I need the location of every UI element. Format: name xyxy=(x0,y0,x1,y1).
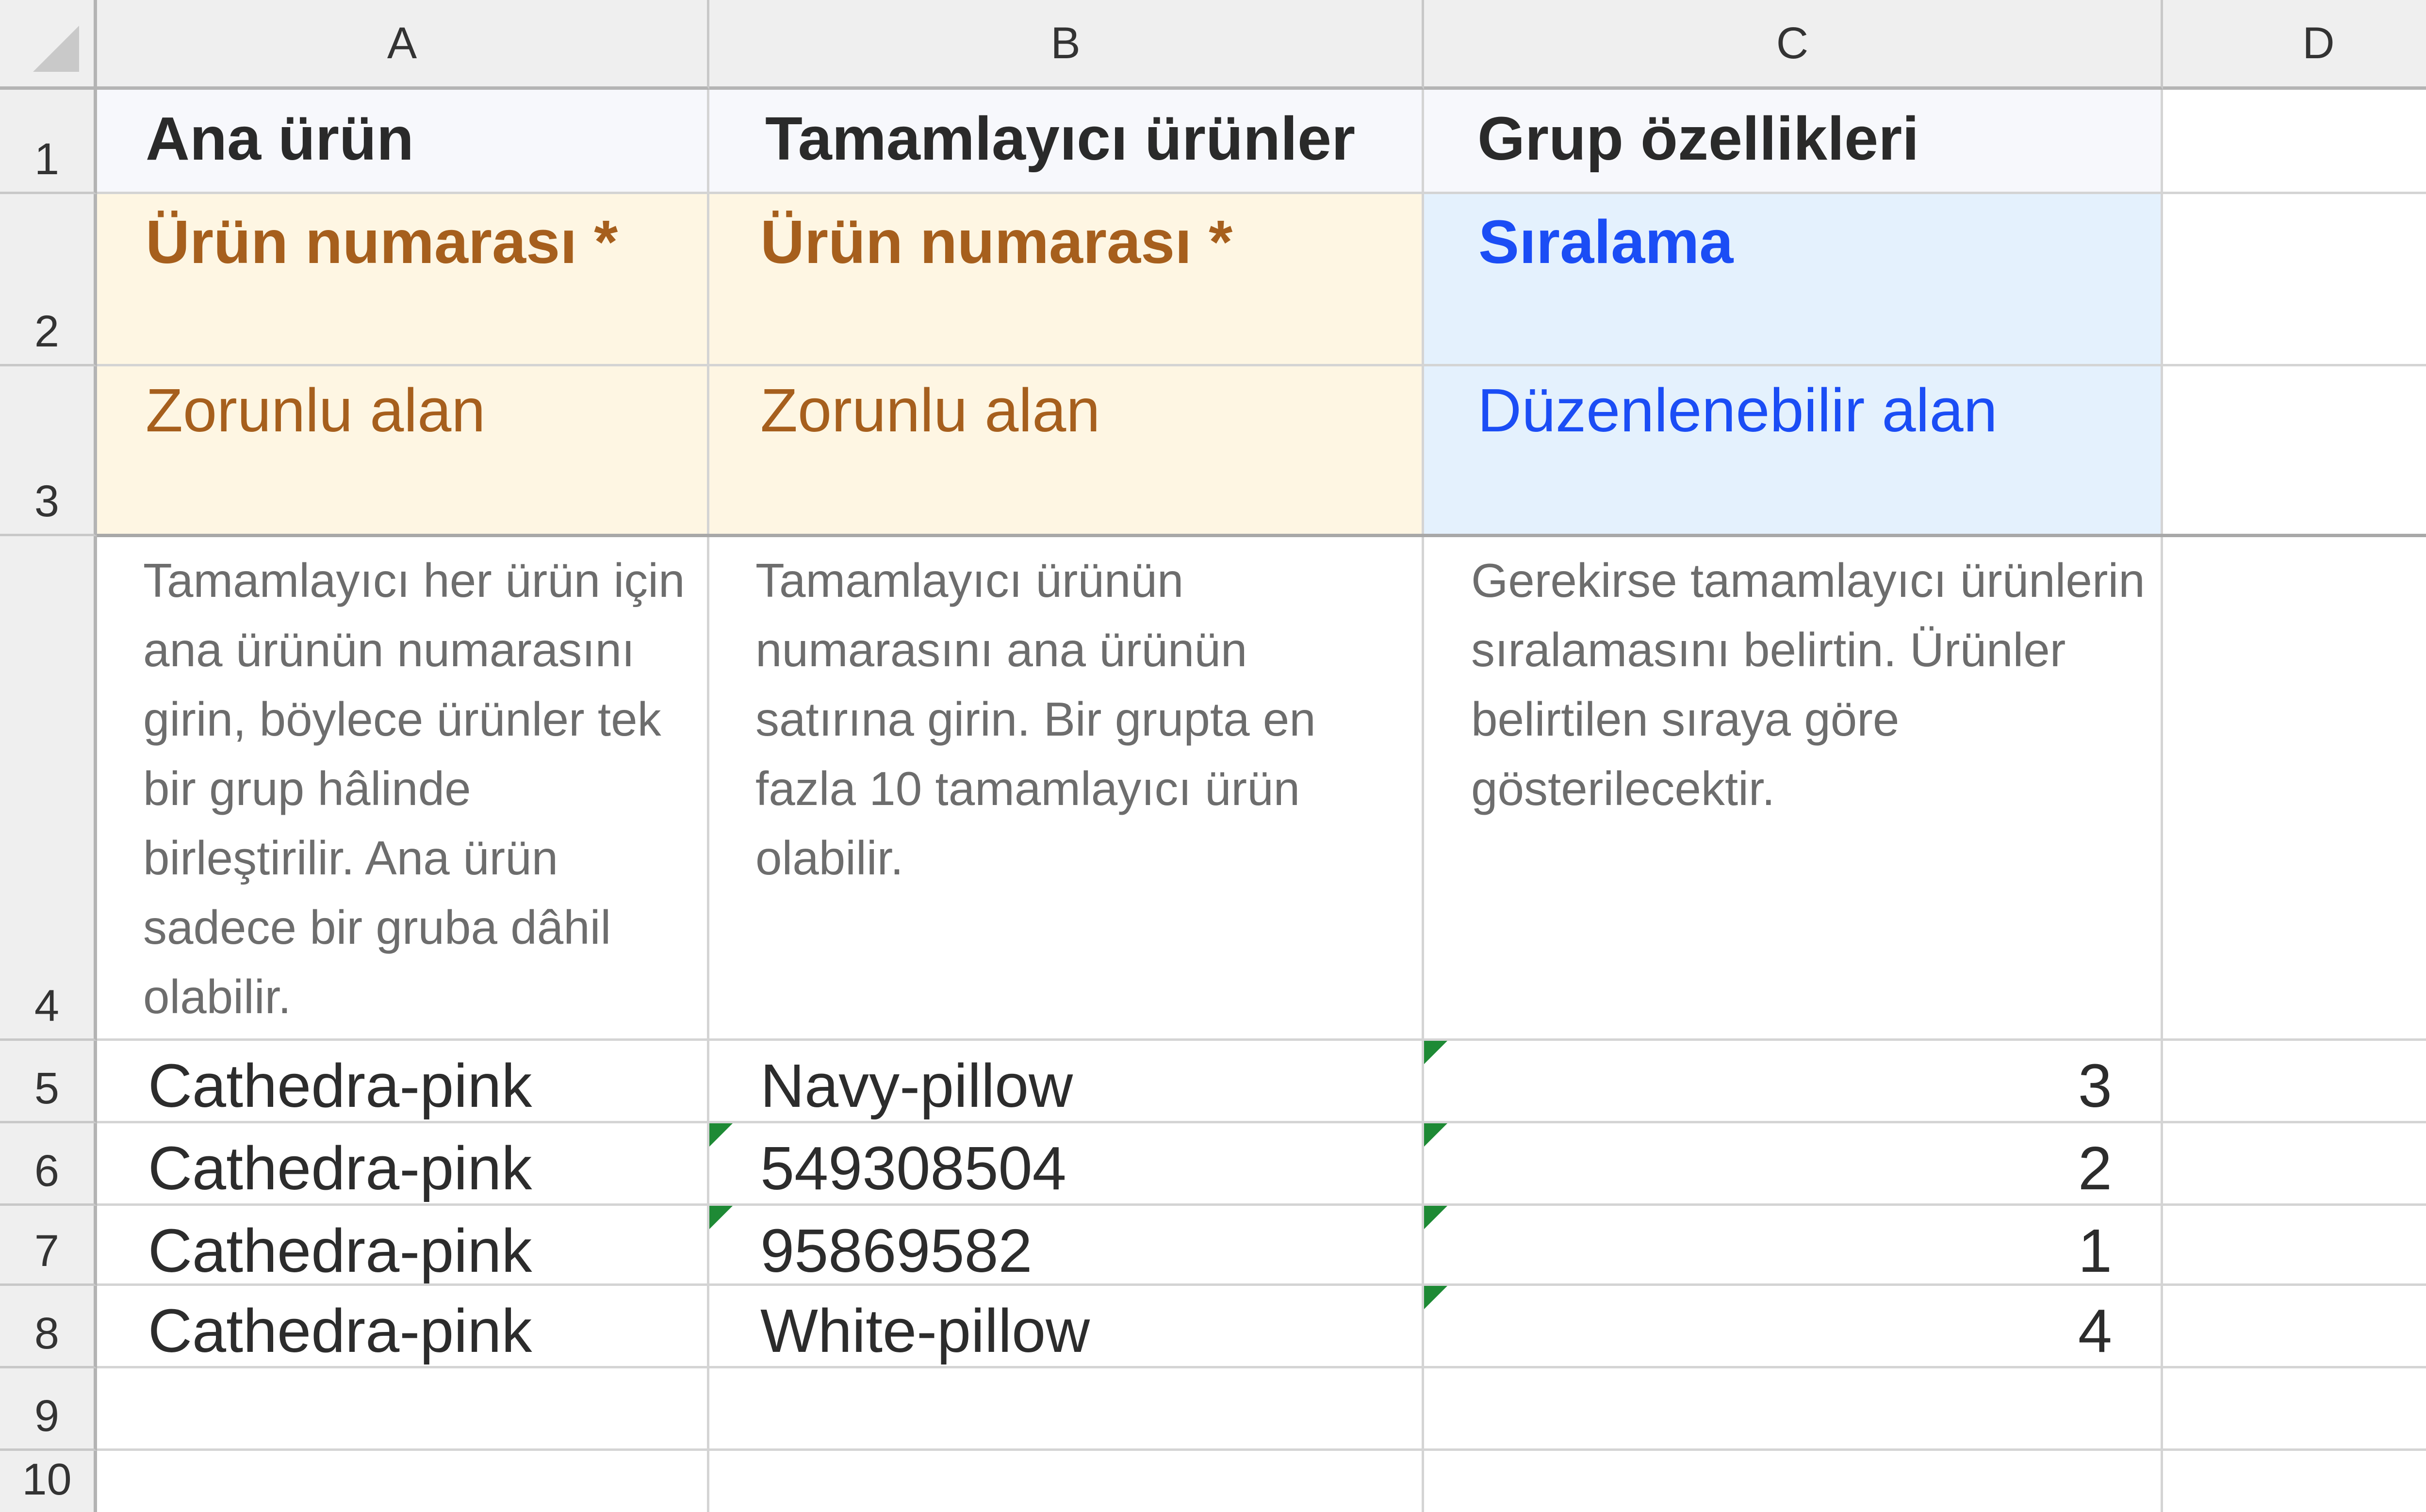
cell-c9[interactable] xyxy=(1424,1368,2163,1451)
select-all-triangle-icon xyxy=(33,26,79,72)
cell-d9[interactable] xyxy=(2163,1368,2426,1451)
error-indicator-icon xyxy=(709,1206,733,1229)
cell-d10[interactable] xyxy=(2163,1451,2426,1512)
row-header-9[interactable]: 9 xyxy=(0,1368,97,1451)
cell-a5-main-product[interactable]: Cathedra-pink xyxy=(97,1041,709,1123)
spreadsheet-grid: A B C D 1 2 3 4 5 6 7 8 9 10 Ana ürün Ta… xyxy=(0,0,2426,1512)
row-header-1[interactable]: 1 xyxy=(0,90,97,194)
row-header-3[interactable]: 3 xyxy=(0,366,97,536)
row-header-10[interactable]: 10 xyxy=(0,1451,97,1512)
cell-c5-sort-order[interactable]: 3 xyxy=(1424,1041,2163,1123)
column-header-b[interactable]: B xyxy=(709,0,1424,90)
cell-a4-description[interactable]: Tamamlayıcı her ürün için ana ürünün num… xyxy=(97,537,709,1041)
select-all-corner[interactable] xyxy=(0,0,97,90)
row-header-7[interactable]: 7 xyxy=(0,1206,97,1286)
cell-value: 549308504 xyxy=(760,1134,1066,1202)
error-indicator-icon xyxy=(709,1123,733,1147)
cell-d1[interactable] xyxy=(2163,90,2426,194)
cell-c2-sorting-field[interactable]: Sıralama xyxy=(1424,194,2163,366)
column-header-d[interactable]: D xyxy=(2163,0,2426,90)
cell-c7-sort-order[interactable]: 1 xyxy=(1424,1206,2163,1286)
cell-c8-sort-order[interactable]: 4 xyxy=(1424,1286,2163,1368)
cell-a9[interactable] xyxy=(97,1368,709,1451)
cell-b9[interactable] xyxy=(709,1368,1424,1451)
row-header-8[interactable]: 8 xyxy=(0,1286,97,1368)
cell-b3-required-label[interactable]: Zorunlu alan xyxy=(709,366,1424,536)
cell-d6[interactable] xyxy=(2163,1123,2426,1206)
cell-b8-complementary-product[interactable]: White-pillow xyxy=(709,1286,1424,1368)
cell-d5[interactable] xyxy=(2163,1041,2426,1123)
cell-b7-complementary-product[interactable]: 95869582 xyxy=(709,1206,1424,1286)
cell-a3-required-label[interactable]: Zorunlu alan xyxy=(97,366,709,536)
cell-value: 2 xyxy=(2078,1134,2112,1202)
column-header-c[interactable]: C xyxy=(1424,0,2163,90)
error-indicator-icon xyxy=(1424,1206,1447,1229)
cell-c10[interactable] xyxy=(1424,1451,2163,1512)
column-header-a[interactable]: A xyxy=(97,0,709,90)
cell-d3[interactable] xyxy=(2163,366,2426,536)
cell-d4[interactable] xyxy=(2163,537,2426,1041)
cell-value: 95869582 xyxy=(760,1216,1033,1285)
cell-c4-description[interactable]: Gerekirse tamamlayıcı ürünlerin sıralama… xyxy=(1424,537,2163,1041)
row-header-4[interactable]: 4 xyxy=(0,536,97,1041)
cell-a2-product-number-field[interactable]: Ürün numarası * xyxy=(97,194,709,366)
cell-d7[interactable] xyxy=(2163,1206,2426,1286)
cell-b2-product-number-field[interactable]: Ürün numarası * xyxy=(709,194,1424,366)
cell-value: 3 xyxy=(2078,1052,2112,1120)
cell-b5-complementary-product[interactable]: Navy-pillow xyxy=(709,1041,1424,1123)
cell-b10[interactable] xyxy=(709,1451,1424,1512)
cell-b4-description[interactable]: Tamamlayıcı ürünün numarasını ana ürünün… xyxy=(709,537,1424,1041)
row-header-5[interactable]: 5 xyxy=(0,1041,97,1123)
cell-c3-editable-label[interactable]: Düzenlenebilir alan xyxy=(1424,366,2163,536)
error-indicator-icon xyxy=(1424,1286,1447,1309)
error-indicator-icon xyxy=(1424,1041,1447,1064)
cell-value: 1 xyxy=(2078,1216,2112,1285)
cell-a1-main-product-header[interactable]: Ana ürün xyxy=(97,90,709,194)
cell-value: 4 xyxy=(2078,1297,2112,1365)
cell-a10[interactable] xyxy=(97,1451,709,1512)
cell-b1-complementary-products-header[interactable]: Tamamlayıcı ürünler xyxy=(709,90,1424,194)
row-3-bottom-divider xyxy=(97,534,2426,537)
row-header-6[interactable]: 6 xyxy=(0,1123,97,1206)
error-indicator-icon xyxy=(1424,1123,1447,1147)
cell-a8-main-product[interactable]: Cathedra-pink xyxy=(97,1286,709,1368)
cell-b6-complementary-product[interactable]: 549308504 xyxy=(709,1123,1424,1206)
cell-c6-sort-order[interactable]: 2 xyxy=(1424,1123,2163,1206)
cell-d2[interactable] xyxy=(2163,194,2426,366)
row-header-2[interactable]: 2 xyxy=(0,194,97,366)
cell-c1-group-properties-header[interactable]: Grup özellikleri xyxy=(1424,90,2163,194)
cell-d8[interactable] xyxy=(2163,1286,2426,1368)
cell-a6-main-product[interactable]: Cathedra-pink xyxy=(97,1123,709,1206)
cell-a7-main-product[interactable]: Cathedra-pink xyxy=(97,1206,709,1286)
